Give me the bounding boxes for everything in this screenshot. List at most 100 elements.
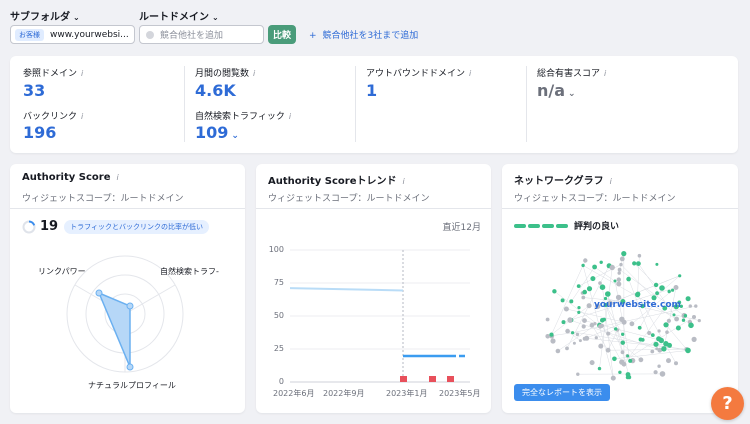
good-reputation-bars-icon bbox=[514, 223, 568, 228]
network-node bbox=[612, 356, 617, 362]
info-icon[interactable]: i bbox=[81, 69, 83, 78]
radar-point bbox=[126, 302, 134, 310]
info-icon[interactable]: i bbox=[253, 69, 255, 78]
monthly-visits-text: 月間の閲覧数 bbox=[195, 69, 250, 79]
network-node bbox=[619, 316, 625, 322]
network-node bbox=[578, 339, 582, 343]
compare-button[interactable]: 比較 bbox=[268, 25, 296, 44]
network-node bbox=[635, 291, 641, 297]
info-icon[interactable]: i bbox=[289, 112, 291, 121]
outbound-domains-text: アウトバウンドドメイン bbox=[366, 69, 466, 79]
network-node bbox=[563, 306, 569, 312]
network-node bbox=[674, 361, 678, 366]
network-node bbox=[565, 328, 570, 334]
info-icon[interactable]: i bbox=[116, 173, 118, 182]
network-center-label[interactable]: yourwebsite.com bbox=[594, 300, 681, 310]
filter-bar: サブフォルダ ⌄ ルートドメイン ⌄ お客様 www.yourwebsi... 競合… bbox=[0, 0, 750, 50]
network-node bbox=[583, 258, 588, 263]
radar-axis-organic: 自然検索トラフ- bbox=[160, 267, 219, 276]
competitor-input[interactable]: 競合他社を追加 bbox=[139, 25, 264, 44]
legend-label: 評判の良い bbox=[574, 222, 620, 232]
network-node bbox=[582, 318, 587, 323]
toxicity-score-number: n/a bbox=[537, 81, 566, 100]
chevron-down-icon: ⌄ bbox=[73, 13, 80, 22]
chevron-down-icon: ⌄ bbox=[212, 13, 219, 22]
backlinks-text: バックリンク bbox=[23, 112, 78, 122]
root-domain-dropdown[interactable]: ルートドメイン ⌄ bbox=[139, 8, 219, 23]
network-node bbox=[675, 325, 681, 331]
y-tick-label: 50 bbox=[273, 311, 284, 320]
y-tick-label: 100 bbox=[268, 245, 284, 254]
network-node bbox=[582, 336, 587, 341]
network-node bbox=[655, 291, 659, 296]
network-node bbox=[628, 358, 633, 363]
network-node bbox=[565, 346, 569, 351]
info-icon[interactable]: i bbox=[604, 69, 606, 78]
network-node bbox=[545, 334, 550, 339]
network-node bbox=[637, 253, 642, 258]
network-node bbox=[597, 366, 602, 371]
radar-point bbox=[126, 363, 134, 371]
referring-domains-value[interactable]: 33 bbox=[23, 81, 45, 100]
network-node bbox=[629, 321, 635, 327]
radar-axis-natural: ナチュラルプロフィール bbox=[88, 381, 176, 390]
network-node bbox=[550, 338, 556, 344]
network-node bbox=[619, 262, 623, 267]
network-node bbox=[697, 319, 701, 323]
divider bbox=[184, 66, 185, 142]
info-icon[interactable]: i bbox=[81, 112, 83, 121]
network-node bbox=[638, 337, 643, 342]
network-node bbox=[650, 349, 655, 354]
network-node bbox=[616, 277, 621, 282]
subfolder-label: サブフォルダ bbox=[10, 12, 70, 23]
network-node bbox=[671, 288, 675, 292]
x-tick-label: 2022年6月 bbox=[273, 389, 315, 398]
info-icon[interactable]: i bbox=[402, 177, 404, 186]
network-node bbox=[621, 251, 627, 257]
authority-score-value: 19 bbox=[40, 219, 59, 234]
info-icon[interactable]: i bbox=[610, 177, 612, 186]
network-node bbox=[685, 296, 691, 302]
network-node bbox=[582, 289, 587, 295]
backlinks-value[interactable]: 196 bbox=[23, 123, 56, 142]
network-node bbox=[647, 330, 652, 336]
organic-traffic-text: 自然検索トラフィック bbox=[195, 112, 285, 122]
add-competitors-link[interactable]: + 競合他社を3社まで追加 bbox=[309, 28, 418, 41]
network-graph[interactable] bbox=[532, 244, 712, 394]
event-flag[interactable] bbox=[400, 376, 407, 382]
network-node bbox=[666, 358, 671, 364]
subfolder-dropdown[interactable]: サブフォルダ ⌄ bbox=[10, 8, 80, 23]
monthly-visits-value[interactable]: 4.6K bbox=[195, 81, 236, 100]
divider bbox=[355, 66, 356, 142]
event-flag[interactable] bbox=[447, 376, 454, 382]
network-node bbox=[657, 329, 661, 333]
view-full-report-button[interactable]: 完全なレポートを表示 bbox=[514, 384, 610, 401]
organic-traffic-value[interactable]: 109 ⌄ bbox=[195, 123, 239, 142]
network-node bbox=[673, 285, 679, 290]
network-node bbox=[626, 276, 631, 282]
toxicity-score-value[interactable]: n/a ⌄ bbox=[537, 81, 576, 100]
backlinks-label: バックリンク i bbox=[23, 109, 83, 122]
network-node bbox=[600, 323, 604, 328]
network-node bbox=[561, 320, 566, 325]
period-label[interactable]: 直近12月 bbox=[443, 220, 481, 233]
chevron-down-icon: ⌄ bbox=[568, 89, 576, 99]
network-node bbox=[571, 331, 575, 335]
trend-series-line bbox=[290, 287, 404, 292]
network-node bbox=[681, 318, 686, 322]
network-node bbox=[581, 295, 586, 300]
network-node bbox=[610, 375, 616, 381]
event-flag[interactable] bbox=[429, 376, 436, 382]
outbound-domains-value[interactable]: 1 bbox=[366, 81, 377, 100]
network-node bbox=[605, 291, 611, 297]
help-button[interactable]: ? bbox=[711, 387, 744, 420]
network-node bbox=[672, 313, 676, 317]
network-node bbox=[577, 310, 581, 314]
network-title-text: ネットワークグラフ bbox=[514, 176, 604, 187]
competitor-dot-icon bbox=[146, 30, 154, 39]
authority-note-badge: トラフィックとバックリンクの比率が低い bbox=[64, 219, 209, 234]
domain-input[interactable]: お客様 www.yourwebsi... bbox=[10, 25, 135, 44]
network-node bbox=[658, 337, 664, 344]
info-icon[interactable]: i bbox=[469, 69, 471, 78]
x-tick-label: 2023年1月 bbox=[386, 389, 428, 398]
